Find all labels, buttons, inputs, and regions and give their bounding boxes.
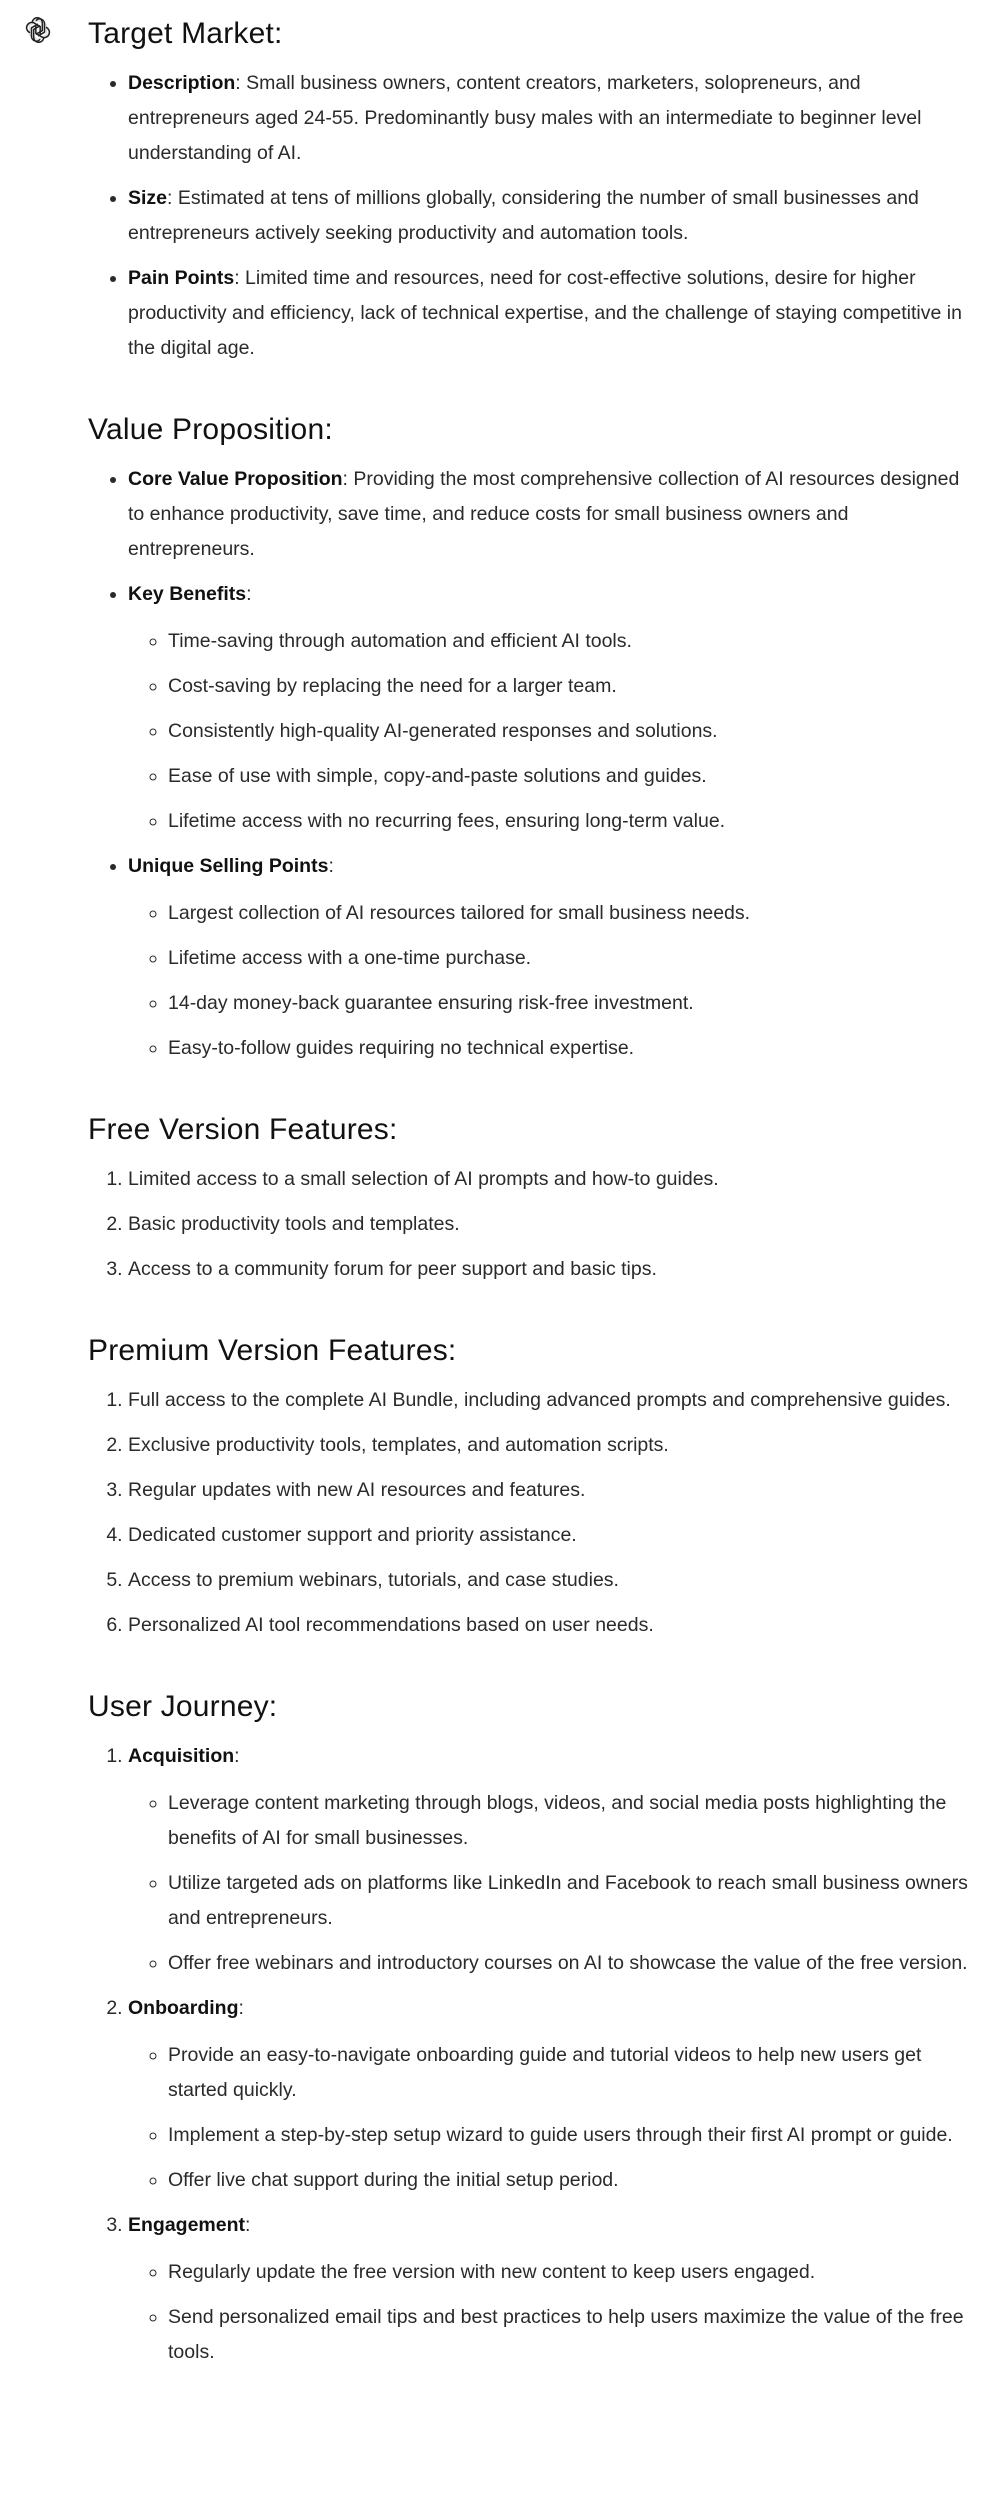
item-label: Description (128, 72, 236, 94)
list-item: Implement a step-by-step setup wizard to… (168, 2118, 978, 2153)
list-item: Regular updates with new AI resources an… (128, 1473, 978, 1508)
list-item: Unique Selling Points: Largest collectio… (128, 849, 978, 1066)
list-item: Basic productivity tools and templates. (128, 1207, 978, 1242)
item-suffix: : (245, 2214, 251, 2236)
list-item: Consistently high-quality AI-generated r… (168, 714, 978, 749)
message-content: Target Market: Description: Small busine… (88, 8, 978, 2408)
item-label: Core Value Proposition (128, 468, 343, 490)
item-text: : Estimated at tens of millions globally… (128, 187, 919, 244)
list-item: Provide an easy-to-navigate onboarding g… (168, 2038, 978, 2108)
list-item: Full access to the complete AI Bundle, i… (128, 1383, 978, 1418)
item-label: Onboarding (128, 1997, 239, 2019)
list-item: Ease of use with simple, copy-and-paste … (168, 759, 978, 794)
list-item: Offer live chat support during the initi… (168, 2163, 978, 2198)
key-benefits-list: Time-saving through automation and effic… (128, 624, 978, 839)
section-title: Value Proposition: (88, 413, 333, 446)
list-item: Limited access to a small selection of A… (128, 1162, 978, 1197)
usp-list: Largest collection of AI resources tailo… (128, 896, 978, 1066)
list-item: Lifetime access with no recurring fees, … (168, 804, 978, 839)
item-label: Pain Points (128, 267, 235, 289)
list-item: Personalized AI tool recommendations bas… (128, 1608, 978, 1643)
item-label: Acquisition (128, 1745, 235, 1767)
list-item: Exclusive productivity tools, templates,… (128, 1428, 978, 1463)
free-features-list: Limited access to a small selection of A… (88, 1162, 978, 1287)
item-suffix: : (246, 583, 252, 605)
item-suffix: : (328, 855, 334, 877)
item-text: : Small business owners, content creator… (128, 72, 922, 164)
section-title: Target Market: (88, 17, 283, 50)
list-item: Easy-to-follow guides requiring no techn… (168, 1031, 978, 1066)
section-title: User Journey: (88, 1690, 278, 1723)
list-item: Size: Estimated at tens of millions glob… (128, 181, 978, 251)
list-item: Lifetime access with a one-time purchase… (168, 941, 978, 976)
item-suffix: : (238, 1997, 244, 2019)
item-label: Engagement (128, 2214, 246, 2236)
section-value-proposition: Value Proposition: Core Value Propositio… (88, 404, 978, 1066)
user-journey-list: Acquisition: Leverage content marketing … (88, 1739, 978, 2370)
list-item: Cost-saving by replacing the need for a … (168, 669, 978, 704)
openai-logo-icon (25, 17, 51, 43)
list-item: Pain Points: Limited time and resources,… (128, 261, 978, 366)
list-item: Core Value Proposition: Providing the mo… (128, 462, 978, 567)
item-text: : Limited time and resources, need for c… (128, 267, 962, 359)
onboarding-list: Provide an easy-to-navigate onboarding g… (128, 2038, 978, 2198)
section-user-journey: User Journey: Acquisition: Leverage cont… (88, 1681, 978, 2370)
list-item: Offer free webinars and introductory cou… (168, 1946, 978, 1981)
list-item: Key Benefits: Time-saving through automa… (128, 577, 978, 839)
list-item: Regularly update the free version with n… (168, 2255, 978, 2290)
item-suffix: : (234, 1745, 240, 1767)
section-title: Premium Version Features: (88, 1334, 457, 1367)
value-proposition-list: Core Value Proposition: Providing the mo… (88, 462, 978, 1066)
target-market-list: Description: Small business owners, cont… (88, 66, 978, 366)
item-label: Unique Selling Points (128, 855, 329, 877)
section-target-market: Target Market: Description: Small busine… (88, 8, 978, 366)
section-title: Free Version Features: (88, 1113, 398, 1146)
premium-features-list: Full access to the complete AI Bundle, i… (88, 1383, 978, 1643)
list-item: Access to premium webinars, tutorials, a… (128, 1563, 978, 1598)
list-item: Leverage content marketing through blogs… (168, 1786, 978, 1856)
journey-stage: Engagement: Regularly update the free ve… (128, 2208, 978, 2370)
list-item: Dedicated customer support and priority … (128, 1518, 978, 1553)
list-item: Description: Small business owners, cont… (128, 66, 978, 171)
section-premium-version: Premium Version Features: Full access to… (88, 1325, 978, 1643)
list-item: Access to a community forum for peer sup… (128, 1252, 978, 1287)
list-item: Time-saving through automation and effic… (168, 624, 978, 659)
assistant-avatar (24, 16, 52, 44)
list-item: 14-day money-back guarantee ensuring ris… (168, 986, 978, 1021)
item-label: Key Benefits (128, 583, 247, 605)
engagement-list: Regularly update the free version with n… (128, 2255, 978, 2370)
journey-stage: Acquisition: Leverage content marketing … (128, 1739, 978, 1981)
list-item: Send personalized email tips and best pr… (168, 2300, 978, 2370)
chat-message: Target Market: Description: Small busine… (0, 0, 1000, 2500)
journey-stage: Onboarding: Provide an easy-to-navigate … (128, 1991, 978, 2198)
section-free-version: Free Version Features: Limited access to… (88, 1104, 978, 1287)
list-item: Utilize targeted ads on platforms like L… (168, 1866, 978, 1936)
list-item: Largest collection of AI resources tailo… (168, 896, 978, 931)
acquisition-list: Leverage content marketing through blogs… (128, 1786, 978, 1981)
item-label: Size (128, 187, 168, 209)
